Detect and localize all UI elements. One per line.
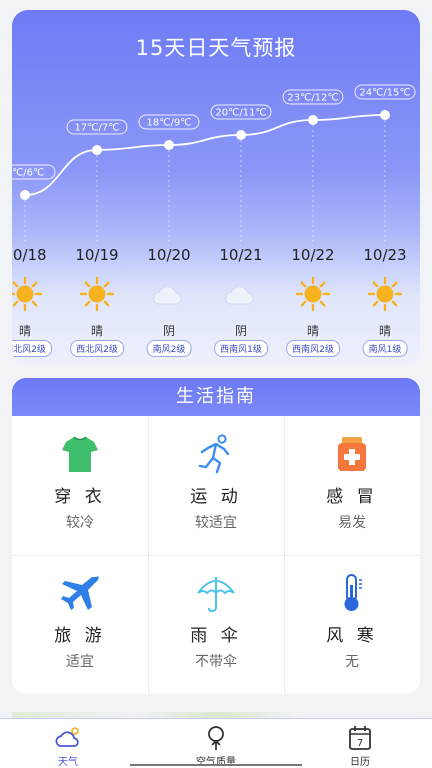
calendar-day-number: 7 — [357, 738, 363, 749]
bottom-tab-bar: 天气 空气质量 7 日历 — [0, 718, 432, 768]
forecast-wind-badge: 西南风1级 — [214, 340, 268, 357]
forecast-date: 10/21 — [219, 246, 263, 264]
air-quality-icon — [208, 726, 224, 750]
life-guide-grid: 穿 衣 较冷 运 动 较适宜 感 冒 易发 旅 游 适宜 雨 伞 不带伞 风 寒… — [12, 416, 420, 694]
forecast-condition: 晴 — [378, 324, 391, 338]
forecast-condition: 阴 — [162, 324, 175, 338]
svg-text:24℃/15℃: 24℃/15℃ — [359, 88, 410, 99]
tab-calendar[interactable]: 7 日历 — [300, 719, 420, 768]
forecast-date: 10/23 — [363, 246, 407, 264]
forecast-condition: 晴 — [90, 324, 103, 338]
forecast-card: 8℃/6℃ 17℃/7℃ 18℃/9℃ 20℃/11℃ 23℃/12℃ 24℃/15℃ 1… — [12, 10, 420, 366]
temperature-point — [20, 190, 30, 200]
life-guide-item[interactable]: 运 动 较适宜 — [148, 416, 284, 555]
sun-icon — [12, 276, 43, 312]
tab-weather-label: 天气 — [58, 757, 78, 768]
sun-icon — [295, 276, 331, 312]
cloud-icon — [151, 276, 187, 312]
forecast-day[interactable]: 10/20 阴 南风2级 — [134, 246, 204, 357]
life-guide-item[interactable]: 风 寒 无 — [284, 555, 420, 694]
forecast-condition: 阴 — [234, 324, 247, 338]
forecast-wind-badge: 南风2级 — [146, 340, 192, 357]
medicine-icon — [330, 432, 374, 476]
life-guide-card: 生活指南 穿 衣 较冷 运 动 较适宜 感 冒 易发 旅 游 适宜 雨 伞 不带… — [12, 378, 420, 694]
life-guide-item-value: 无 — [345, 654, 359, 670]
life-guide-item-title: 雨 伞 — [190, 626, 242, 646]
temperature-label: 24℃/15℃ — [354, 84, 416, 100]
life-guide-item[interactable]: 穿 衣 较冷 — [12, 416, 148, 555]
forecast-date: 10/18 — [12, 246, 47, 264]
forecast-condition: 晴 — [18, 324, 31, 338]
forecast-wind-badge: 西北风2级 — [70, 340, 124, 357]
svg-text:17℃/7℃: 17℃/7℃ — [75, 123, 120, 134]
temperature-point — [236, 130, 246, 140]
life-guide-item-title: 感 冒 — [326, 487, 378, 507]
life-guide-item-value: 较冷 — [66, 515, 94, 531]
forecast-wind-badge: 西北风2级 — [12, 340, 52, 357]
forecast-date: 10/22 — [291, 246, 335, 264]
tab-air-quality[interactable]: 空气质量 — [156, 719, 276, 768]
weather-icon — [55, 727, 79, 747]
tab-weather[interactable]: 天气 — [8, 719, 128, 768]
forecast-wind-badge: 西南风2级 — [286, 340, 340, 357]
sun-icon — [367, 276, 403, 312]
temperature-label: 23℃/12℃ — [282, 89, 344, 105]
cloud-icon — [223, 276, 259, 312]
umbrella-icon — [194, 571, 238, 615]
forecast-day[interactable]: 10/18 晴 西北风2级 — [12, 246, 60, 357]
forecast-day[interactable]: 10/21 阴 西南风1级 — [206, 246, 276, 357]
life-guide-item-title: 穿 衣 — [54, 487, 106, 507]
life-guide-item-value: 适宜 — [66, 654, 94, 670]
temperature-point — [164, 140, 174, 150]
running-icon — [194, 432, 238, 476]
tab-indicator — [130, 764, 302, 766]
life-guide-item-value: 不带伞 — [195, 654, 237, 670]
temperature-label: 8℃/6℃ — [12, 164, 56, 180]
temperature-label: 17℃/7℃ — [66, 119, 128, 135]
life-guide-item[interactable]: 雨 伞 不带伞 — [148, 555, 284, 694]
life-guide-item-title: 风 寒 — [326, 626, 378, 646]
forecast-day[interactable]: 10/22 晴 西南风2级 — [278, 246, 348, 357]
forecast-date: 10/19 — [75, 246, 119, 264]
temperature-point — [380, 110, 390, 120]
tab-calendar-label: 日历 — [350, 757, 370, 768]
calendar-icon: 7 — [349, 726, 371, 750]
forecast-wind-badge: 南风1级 — [362, 340, 408, 357]
forecast-day[interactable]: 10/23 晴 南风1级 — [350, 246, 420, 357]
temperature-label: 18℃/9℃ — [138, 114, 200, 130]
temperature-point — [92, 145, 102, 155]
tshirt-icon — [58, 432, 102, 476]
life-guide-title: 生活指南 — [12, 378, 420, 416]
life-guide-item-value: 易发 — [338, 515, 366, 531]
svg-text:18℃/9℃: 18℃/9℃ — [147, 118, 192, 129]
life-guide-item-value: 较适宜 — [195, 515, 237, 531]
life-guide-item[interactable]: 感 冒 易发 — [284, 416, 420, 555]
thermometer-icon — [330, 571, 374, 615]
svg-text:23℃/12℃: 23℃/12℃ — [287, 93, 338, 104]
svg-text:20℃/11℃: 20℃/11℃ — [215, 108, 266, 119]
temperature-point — [308, 115, 318, 125]
forecast-condition: 晴 — [306, 324, 319, 338]
temperature-label: 20℃/11℃ — [210, 104, 272, 120]
svg-text:8℃/6℃: 8℃/6℃ — [12, 168, 44, 179]
forecast-date: 10/20 — [147, 246, 191, 264]
days-row[interactable]: 10/18 晴 西北风2级10/19 晴 西北风2级10/20 阴 南风2级10… — [12, 246, 420, 357]
airplane-icon — [58, 571, 102, 615]
sun-icon — [79, 276, 115, 312]
life-guide-item[interactable]: 旅 游 适宜 — [12, 555, 148, 694]
life-guide-item-title: 运 动 — [190, 487, 242, 507]
forecast-day[interactable]: 10/19 晴 西北风2级 — [62, 246, 132, 357]
life-guide-item-title: 旅 游 — [54, 626, 106, 646]
forecast-title: 15天日天气预报 — [135, 36, 297, 60]
